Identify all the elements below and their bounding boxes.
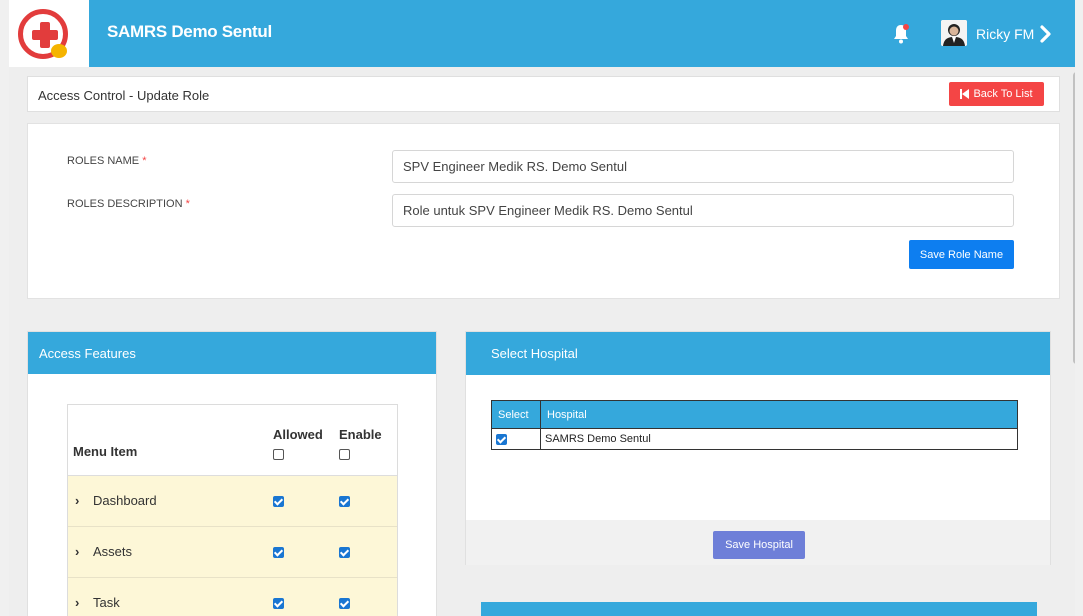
roles-name-input[interactable] (392, 150, 1014, 183)
table-row: SAMRS Demo Sentul (491, 428, 1018, 450)
save-role-name-button[interactable]: Save Role Name (909, 240, 1014, 269)
chevron-right-icon[interactable]: › (75, 493, 84, 508)
allowed-select-all-checkbox[interactable] (273, 448, 284, 460)
required-mark: * (185, 198, 190, 210)
menu-item-task[interactable]: › Task (67, 577, 267, 616)
select-column-header: Select (491, 400, 541, 429)
skip-back-icon (960, 89, 970, 99)
user-avatar-icon (941, 20, 967, 46)
select-hospital-card: Select Hospital Select Hospital SAMRS De… (465, 331, 1051, 565)
user-name[interactable]: Ricky FM (976, 26, 1034, 42)
access-features-card: Access Features Menu Item Allowed Enable (27, 331, 437, 616)
required-mark: * (142, 155, 147, 167)
enable-select-all-checkbox[interactable] (339, 448, 350, 460)
save-hospital-button[interactable]: Save Hospital (713, 531, 805, 559)
allowed-checkbox[interactable] (273, 598, 284, 610)
chevron-right-icon[interactable]: › (75, 595, 84, 610)
avatar[interactable] (941, 20, 967, 46)
menu-item-header: Menu Item (67, 404, 267, 476)
hospital-select-checkbox[interactable] (496, 433, 507, 445)
roles-description-input[interactable] (392, 194, 1014, 227)
roles-description-label: ROLES DESCRIPTION * (67, 198, 190, 210)
menu-item-assets[interactable]: › Assets (67, 526, 267, 578)
roles-name-label: ROLES NAME * (67, 155, 147, 167)
select-hospital-title: Select Hospital (466, 332, 1050, 375)
enable-checkbox[interactable] (339, 598, 350, 610)
app-title: SAMRS Demo Sentul (107, 22, 272, 41)
page-title: Access Control - Update Role (38, 88, 210, 103)
access-features-title: Access Features (28, 332, 436, 374)
hospital-name: SAMRS Demo Sentul (540, 428, 1018, 450)
role-form-card: ROLES NAME * ROLES DESCRIPTION * Save Ro… (27, 123, 1060, 299)
back-to-list-button[interactable]: Back To List (949, 82, 1044, 106)
hospital-card-footer: Save Hospital (466, 520, 1050, 565)
hospital-column-header: Hospital (540, 400, 1018, 429)
scrollbar-thumb[interactable] (1073, 72, 1075, 364)
allowed-checkbox[interactable] (273, 547, 284, 559)
enable-checkbox[interactable] (339, 496, 350, 508)
hospital-table: Select Hospital SAMRS Demo Sentul (491, 400, 1018, 450)
chevron-right-icon[interactable] (1039, 24, 1053, 44)
allowed-checkbox[interactable] (273, 496, 284, 508)
table-row: › Assets (67, 526, 398, 578)
back-to-list-label: Back To List (973, 88, 1033, 100)
logo-area[interactable] (9, 0, 89, 67)
next-card-header (481, 602, 1037, 616)
chevron-right-icon[interactable]: › (75, 544, 84, 559)
menu-item-dashboard[interactable]: › Dashboard (67, 475, 267, 527)
table-row: › Dashboard (67, 475, 398, 527)
bell-icon[interactable] (893, 24, 909, 44)
enable-checkbox[interactable] (339, 547, 350, 559)
table-row: › Task (67, 577, 398, 616)
logo-icon (18, 9, 68, 59)
enable-header: Enable (333, 404, 398, 476)
app-frame: SAMRS Demo Sentul Ricky FM Access Contro… (9, 0, 1075, 616)
allowed-header: Allowed (267, 404, 333, 476)
breadcrumb: Access Control - Update Role Back To Lis… (27, 76, 1060, 112)
top-navbar: SAMRS Demo Sentul Ricky FM (9, 0, 1075, 67)
menu-access-table: Menu Item Allowed Enable › Dashboard › A… (67, 404, 398, 616)
